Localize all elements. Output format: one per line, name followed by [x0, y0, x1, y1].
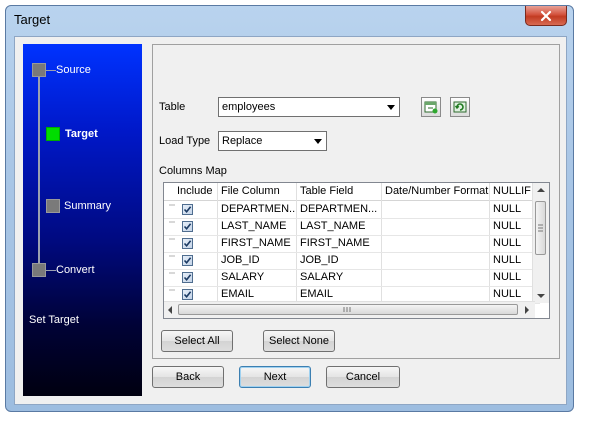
window-title: Target	[14, 12, 51, 27]
wizard-window: Target Source Target Summary Convert Set…	[5, 5, 574, 412]
columns-map-grid[interactable]: Include File Column Table Field Date/Num…	[163, 182, 550, 319]
header-date-number-format[interactable]: Date/Number Format	[385, 185, 488, 197]
step-summary-label: Summary	[64, 200, 112, 212]
chevron-down-icon	[314, 139, 322, 144]
wizard-steps-panel: Source Target Summary Convert Set Target	[23, 44, 142, 396]
steps-connector-line	[38, 69, 40, 274]
table-row[interactable]: DEPARTMEN... DEPARTMEN... NULL	[164, 201, 540, 219]
cell-table-field[interactable]: LAST_NAME	[300, 220, 380, 232]
back-button[interactable]: Back	[152, 366, 224, 388]
include-checkbox[interactable]	[182, 204, 193, 215]
include-checkbox[interactable]	[182, 272, 193, 283]
grid-vertical-scrollbar[interactable]	[532, 183, 549, 303]
grid-header: Include File Column Table Field Date/Num…	[164, 183, 540, 201]
cell-nullif[interactable]: NULL	[493, 220, 537, 232]
cell-table-field[interactable]: EMAIL	[300, 288, 380, 300]
include-checkbox[interactable]	[182, 289, 193, 300]
new-table-button[interactable]	[421, 97, 441, 117]
current-step-caption: Set Target	[29, 314, 79, 326]
load-type-select[interactable]: Replace	[218, 131, 327, 151]
cell-file-column[interactable]: FIRST_NAME	[221, 237, 295, 249]
cell-file-column[interactable]: SALARY	[221, 271, 295, 283]
cell-table-field[interactable]: DEPARTMEN...	[300, 203, 380, 215]
scroll-left-icon[interactable]	[168, 306, 172, 314]
cell-table-field[interactable]: FIRST_NAME	[300, 237, 380, 249]
table-select[interactable]: employees	[218, 97, 400, 117]
horizontal-scroll-thumb[interactable]	[178, 304, 518, 315]
target-settings-panel: Table employees Load Type Replace Column…	[152, 44, 560, 359]
vertical-scroll-thumb[interactable]	[535, 201, 546, 255]
table-select-value: employees	[222, 101, 276, 113]
grip-icon	[343, 307, 351, 312]
checkmark-icon	[183, 240, 192, 248]
header-nullif[interactable]: NULLIF	[493, 185, 531, 197]
refresh-icon	[453, 101, 467, 113]
grip-icon	[538, 224, 543, 232]
step-marker-convert	[32, 263, 46, 277]
cell-nullif[interactable]: NULL	[493, 237, 537, 249]
step-marker-target	[46, 127, 60, 141]
header-include[interactable]: Include	[177, 185, 212, 197]
scroll-up-icon[interactable]	[537, 188, 545, 192]
load-type-label: Load Type	[159, 135, 211, 147]
cell-nullif[interactable]: NULL	[493, 254, 537, 266]
step-target-label: Target	[65, 128, 98, 140]
table-row[interactable]: SALARY SALARY NULL	[164, 269, 540, 287]
cell-file-column[interactable]: DEPARTMEN...	[221, 203, 295, 215]
include-checkbox[interactable]	[182, 255, 193, 266]
checkmark-icon	[183, 223, 192, 231]
table-row[interactable]: FIRST_NAME FIRST_NAME NULL	[164, 235, 540, 253]
checkmark-icon	[183, 291, 192, 299]
scroll-down-icon[interactable]	[537, 294, 545, 298]
close-button[interactable]	[525, 6, 567, 26]
step-connector	[46, 70, 56, 71]
cell-file-column[interactable]: LAST_NAME	[221, 220, 295, 232]
new-table-icon	[424, 101, 438, 114]
table-label: Table	[159, 101, 186, 113]
next-button[interactable]: Next	[239, 366, 311, 388]
cell-file-column[interactable]: EMAIL	[221, 288, 295, 300]
include-checkbox[interactable]	[182, 238, 193, 249]
scroll-right-icon[interactable]	[525, 306, 529, 314]
refresh-button[interactable]	[450, 97, 470, 117]
close-icon	[540, 10, 552, 21]
chevron-down-icon	[387, 105, 395, 110]
checkmark-icon	[183, 257, 192, 265]
cell-nullif[interactable]: NULL	[493, 288, 537, 300]
step-convert-label: Convert	[56, 264, 95, 276]
cell-nullif[interactable]: NULL	[493, 203, 537, 215]
header-table-field[interactable]: Table Field	[300, 185, 353, 197]
cancel-button[interactable]: Cancel	[326, 366, 400, 388]
select-none-button[interactable]: Select None	[263, 330, 335, 352]
table-row[interactable]: LAST_NAME LAST_NAME NULL	[164, 218, 540, 236]
step-marker-source	[32, 63, 46, 77]
include-checkbox[interactable]	[182, 221, 193, 232]
grid-horizontal-scrollbar[interactable]	[164, 301, 535, 318]
table-row[interactable]: JOB_ID JOB_ID NULL	[164, 252, 540, 270]
header-file-column[interactable]: File Column	[221, 185, 280, 197]
step-marker-summary	[46, 199, 60, 213]
cell-table-field[interactable]: SALARY	[300, 271, 380, 283]
select-all-button[interactable]: Select All	[161, 330, 233, 352]
step-connector	[46, 270, 56, 271]
title-bar[interactable]: Target	[6, 6, 573, 32]
cell-nullif[interactable]: NULL	[493, 271, 537, 283]
load-type-select-value: Replace	[222, 135, 263, 147]
cell-table-field[interactable]: JOB_ID	[300, 254, 380, 266]
columns-map-label: Columns Map	[159, 165, 227, 177]
checkmark-icon	[183, 206, 192, 214]
checkmark-icon	[183, 274, 192, 282]
cell-file-column[interactable]: JOB_ID	[221, 254, 295, 266]
step-source-label: Source	[56, 64, 91, 76]
dialog-client: Source Target Summary Convert Set Target…	[14, 36, 567, 405]
